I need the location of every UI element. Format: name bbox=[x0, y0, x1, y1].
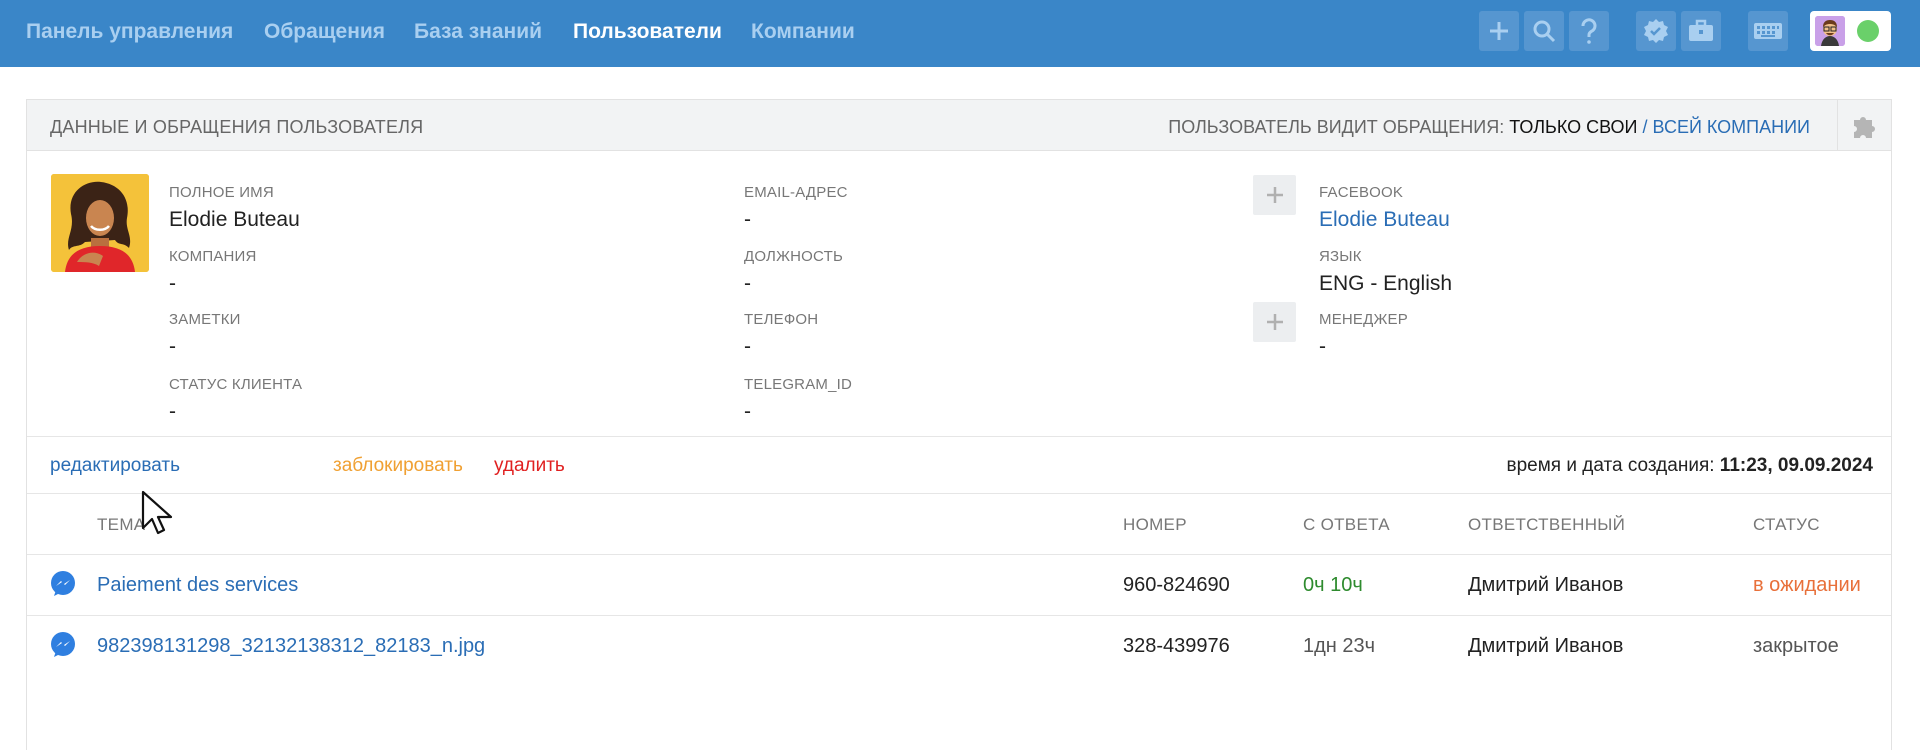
language-value: ENG - English bbox=[1319, 272, 1453, 295]
client-status-value: - bbox=[169, 400, 176, 423]
keyboard-button[interactable] bbox=[1748, 11, 1788, 51]
visibility-separator: / bbox=[1642, 117, 1648, 137]
manager-label: МЕНЕДЖЕР bbox=[1319, 311, 1408, 328]
email-label: EMAIL-АДРЕС bbox=[744, 184, 848, 201]
creation-datetime-label: время и дата создания: bbox=[1506, 455, 1715, 476]
search-button[interactable] bbox=[1524, 11, 1564, 51]
row-divider bbox=[27, 615, 1891, 616]
nav-item-users[interactable]: Пользователи bbox=[573, 20, 722, 44]
creation-datetime-value: 11:23, 09.09.2024 bbox=[1719, 455, 1873, 476]
user-menu[interactable] bbox=[1810, 11, 1891, 51]
column-header-assignee[interactable]: ОТВЕТСТВЕННЫЙ bbox=[1468, 515, 1625, 535]
nav-item-knowledge-base[interactable]: База знаний bbox=[414, 20, 542, 44]
nav-item-tickets[interactable]: Обращения bbox=[264, 20, 385, 44]
ticket-number: 328-439976 bbox=[1123, 635, 1230, 657]
panel-title: ДАННЫЕ И ОБРАЩЕНИЯ ПОЛЬЗОВАТЕЛЯ bbox=[50, 117, 424, 137]
ticket-visibility-setting: ПОЛЬЗОВАТЕЛЬ ВИДИТ ОБРАЩЕНИЯ: ТОЛЬКО СВО… bbox=[1168, 117, 1810, 138]
panel-header: ДАННЫЕ И ОБРАЩЕНИЯ ПОЛЬЗОВАТЕЛЯ ПОЛЬЗОВА… bbox=[27, 100, 1891, 151]
column-header-number[interactable]: НОМЕР bbox=[1123, 515, 1187, 535]
manager-value: - bbox=[1319, 335, 1326, 358]
online-status-indicator bbox=[1857, 20, 1879, 42]
delete-user-link[interactable]: удалить bbox=[494, 455, 565, 477]
column-header-status[interactable]: СТАТУС bbox=[1753, 515, 1820, 535]
visibility-own-option[interactable]: ТОЛЬКО СВОИ bbox=[1509, 117, 1637, 137]
help-button[interactable] bbox=[1569, 11, 1609, 51]
creation-datetime: время и дата создания: 11:23, 09.09.2024 bbox=[1507, 455, 1874, 477]
ticket-status: в ожидании bbox=[1753, 574, 1861, 596]
user-avatar bbox=[51, 174, 149, 272]
position-label: ДОЛЖНОСТЬ bbox=[744, 248, 843, 265]
notes-value: - bbox=[169, 335, 176, 358]
ticket-since-reply: 0ч 10ч bbox=[1303, 574, 1363, 596]
plugins-button[interactable] bbox=[1837, 100, 1891, 151]
telegram-id-value: - bbox=[744, 400, 751, 423]
email-value: - bbox=[744, 208, 751, 231]
ticket-since-reply: 1дн 23ч bbox=[1303, 635, 1376, 657]
briefcase-icon bbox=[1689, 19, 1713, 41]
help-icon bbox=[1581, 18, 1597, 44]
messenger-icon bbox=[51, 571, 75, 596]
plus-icon bbox=[1266, 314, 1283, 330]
facebook-link[interactable]: Elodie Buteau bbox=[1319, 208, 1450, 232]
nav-item-companies[interactable]: Компании bbox=[751, 20, 855, 44]
edit-user-link[interactable]: редактировать bbox=[50, 455, 180, 477]
column-header-since-reply[interactable]: С ОТВЕТА bbox=[1303, 515, 1390, 535]
messenger-icon bbox=[51, 632, 75, 657]
language-label: ЯЗЫК bbox=[1319, 248, 1362, 265]
block-user-link[interactable]: заблокировать bbox=[333, 455, 463, 477]
facebook-label: FACEBOOK bbox=[1319, 184, 1404, 201]
position-value: - bbox=[744, 272, 751, 295]
telegram-id-label: TELEGRAM_ID bbox=[744, 376, 853, 393]
top-navigation-bar: Панель управления Обращения База знаний … bbox=[0, 0, 1920, 67]
verified-badge-icon bbox=[1644, 19, 1668, 43]
keyboard-icon bbox=[1754, 23, 1782, 39]
ticket-status: закрытое bbox=[1753, 635, 1839, 657]
ticket-subject-link[interactable]: Paiement des services bbox=[97, 574, 298, 597]
verified-button[interactable] bbox=[1636, 11, 1676, 51]
phone-value: - bbox=[744, 335, 751, 358]
add-button[interactable] bbox=[1479, 11, 1519, 51]
notes-label: ЗАМЕТКИ bbox=[169, 311, 241, 328]
ticket-subject-link[interactable]: 982398131298_32132138312_82183_n.jpg bbox=[97, 635, 485, 658]
ticket-assignee: Дмитрий Иванов bbox=[1468, 574, 1624, 596]
current-user-avatar bbox=[1815, 16, 1845, 46]
full-name-value: Elodie Buteau bbox=[169, 208, 300, 231]
column-header-subject[interactable]: ТЕМА bbox=[97, 515, 145, 535]
section-divider bbox=[27, 436, 1891, 437]
visibility-company-option[interactable]: ВСЕЙ КОМПАНИИ bbox=[1653, 117, 1810, 137]
plus-icon bbox=[1490, 22, 1508, 40]
briefcase-button[interactable] bbox=[1681, 11, 1721, 51]
puzzle-icon bbox=[1853, 116, 1875, 138]
add-channel-button[interactable] bbox=[1253, 175, 1296, 215]
assign-manager-button[interactable] bbox=[1253, 302, 1296, 342]
client-status-label: СТАТУС КЛИЕНТА bbox=[169, 376, 303, 393]
phone-label: ТЕЛЕФОН bbox=[744, 311, 819, 328]
ticket-assignee: Дмитрий Иванов bbox=[1468, 635, 1624, 657]
ticket-number: 960-824690 bbox=[1123, 574, 1230, 596]
full-name-label: ПОЛНОЕ ИМЯ bbox=[169, 184, 274, 201]
user-details-panel: ДАННЫЕ И ОБРАЩЕНИЯ ПОЛЬЗОВАТЕЛЯ ПОЛЬЗОВА… bbox=[26, 99, 1892, 750]
company-label: КОМПАНИЯ bbox=[169, 248, 257, 265]
visibility-prefix: ПОЛЬЗОВАТЕЛЬ ВИДИТ ОБРАЩЕНИЯ: bbox=[1168, 117, 1505, 137]
table-header-divider bbox=[27, 554, 1891, 555]
search-icon bbox=[1533, 20, 1556, 43]
section-divider bbox=[27, 493, 1891, 494]
company-value: - bbox=[169, 272, 176, 295]
nav-item-dashboard[interactable]: Панель управления bbox=[26, 20, 233, 44]
plus-icon bbox=[1266, 187, 1283, 203]
